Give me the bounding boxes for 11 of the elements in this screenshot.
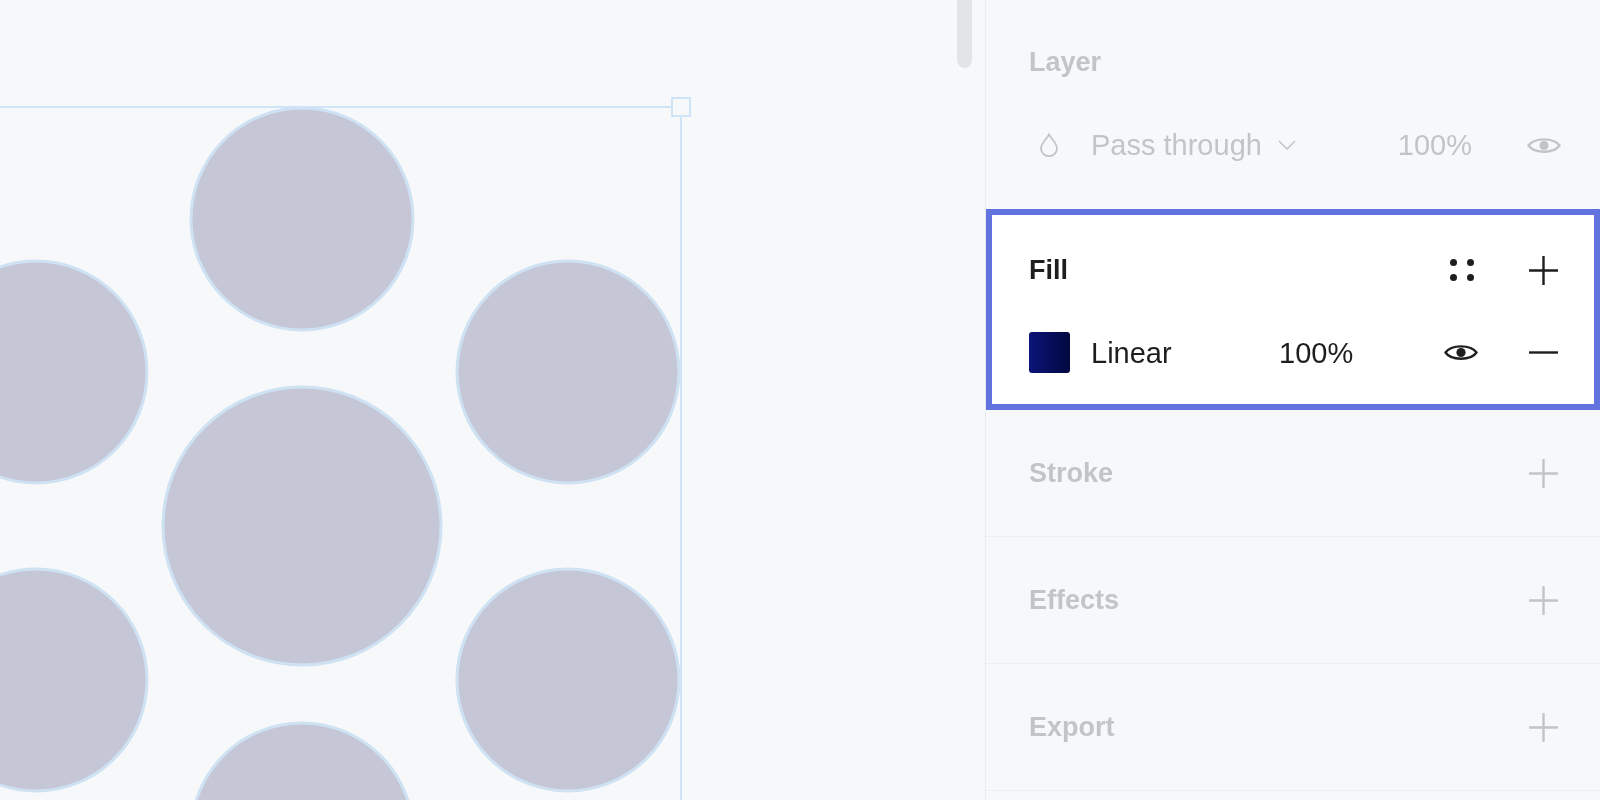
resize-handle[interactable] xyxy=(671,97,691,117)
plus-icon[interactable] xyxy=(1529,255,1558,285)
dots-grid-icon[interactable] xyxy=(1450,259,1474,281)
minus-icon[interactable] xyxy=(1529,351,1558,354)
eye-icon[interactable] xyxy=(1444,342,1478,363)
swatch-icon[interactable] xyxy=(1029,332,1070,373)
chevron-icon xyxy=(1277,140,1296,150)
fill-type-label: Linear xyxy=(1091,335,1173,370)
section-title: Fill xyxy=(1029,254,1068,286)
opacity-field[interactable]: 100% xyxy=(1279,335,1354,370)
drop-icon xyxy=(1039,133,1059,157)
